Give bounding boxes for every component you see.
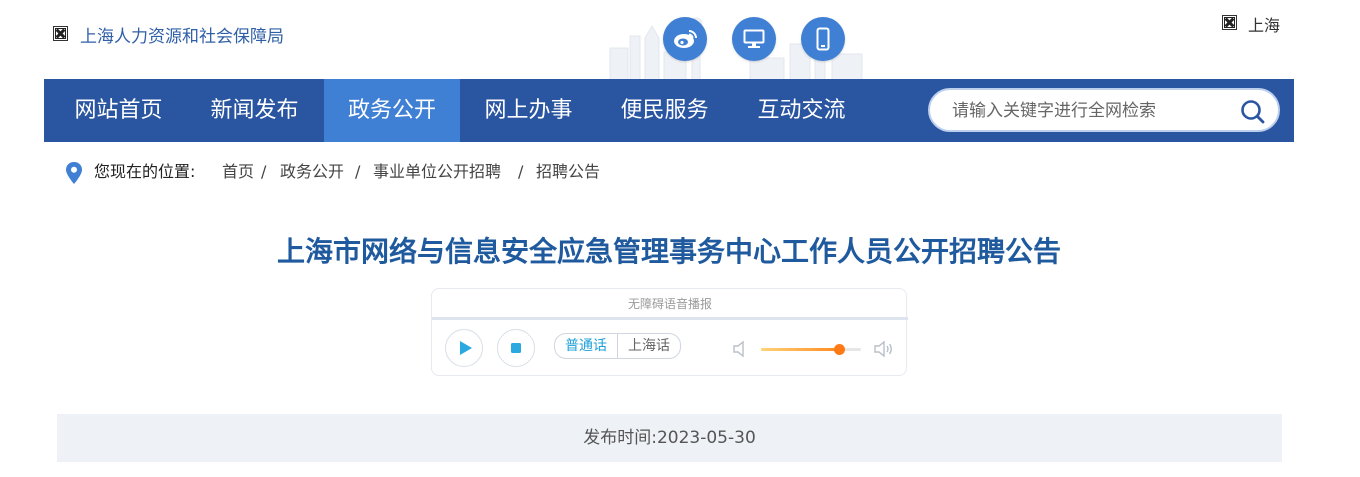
volume-high-icon[interactable] xyxy=(873,339,895,359)
volume-slider-fill xyxy=(761,348,839,351)
breadcrumb-separator: / xyxy=(518,162,524,181)
location-pin-icon xyxy=(66,162,82,184)
search-icon[interactable] xyxy=(1240,99,1266,125)
language-mandarin[interactable]: 普通话 xyxy=(555,334,618,358)
volume-low-icon[interactable] xyxy=(732,339,748,359)
breadcrumb-item-government[interactable]: 政务公开 xyxy=(280,160,344,184)
mobile-icon xyxy=(816,27,830,51)
main-nav: 网站首页 新闻发布 政务公开 网上办事 便民服务 互动交流 xyxy=(44,79,1294,142)
monitor-icon xyxy=(743,29,765,48)
stop-button[interactable] xyxy=(497,329,535,367)
breadcrumb-separator: / xyxy=(355,162,361,181)
breadcrumb-item-recruitment[interactable]: 事业单位公开招聘 xyxy=(373,160,501,184)
publish-date: 发布时间:2023-05-30 xyxy=(583,428,756,448)
breadcrumb-item-home[interactable]: 首页 xyxy=(222,160,254,184)
nav-item-online-services[interactable]: 网上办事 xyxy=(462,79,595,142)
search-input[interactable] xyxy=(952,99,1222,123)
play-icon xyxy=(460,341,472,355)
audio-progress-track[interactable] xyxy=(432,317,908,320)
language-shanghainese[interactable]: 上海话 xyxy=(618,334,680,358)
broken-logo-image xyxy=(53,26,68,41)
article-title: 上海市网络与信息安全应急管理事务中心工作人员公开招聘公告 xyxy=(276,235,1061,268)
desktop-button[interactable] xyxy=(732,17,776,61)
breadcrumb-separator: / xyxy=(261,162,267,181)
nav-item-home[interactable]: 网站首页 xyxy=(52,79,185,142)
nav-item-government-affairs[interactable]: 政务公开 xyxy=(324,79,460,142)
volume-slider-handle[interactable] xyxy=(834,344,845,355)
weibo-icon xyxy=(674,30,697,48)
breadcrumb-label: 您现在的位置: xyxy=(94,162,196,181)
nav-item-interaction[interactable]: 互动交流 xyxy=(735,79,868,142)
nav-item-news[interactable]: 新闻发布 xyxy=(188,79,321,142)
region-label: 上海 xyxy=(1248,16,1281,35)
play-button[interactable] xyxy=(445,329,483,367)
publish-info-bar: 发布时间:2023-05-30 xyxy=(57,414,1282,462)
breadcrumb-item-announcement[interactable]: 招聘公告 xyxy=(536,160,600,184)
audio-player-label: 无障碍语音播报 xyxy=(627,297,712,311)
broken-region-image xyxy=(1222,15,1237,30)
nav-item-public-services[interactable]: 便民服务 xyxy=(598,79,731,142)
stop-icon xyxy=(511,343,521,353)
mobile-button[interactable] xyxy=(801,17,845,61)
weibo-button[interactable] xyxy=(663,17,707,61)
volume-slider[interactable] xyxy=(761,344,861,355)
language-toggle: 普通话 上海话 xyxy=(554,333,681,359)
search-box xyxy=(928,88,1280,132)
audio-player: 无障碍语音播报 普通话 上海话 xyxy=(431,288,908,376)
site-name-link[interactable]: 上海人力资源和社会保障局 xyxy=(80,22,284,47)
